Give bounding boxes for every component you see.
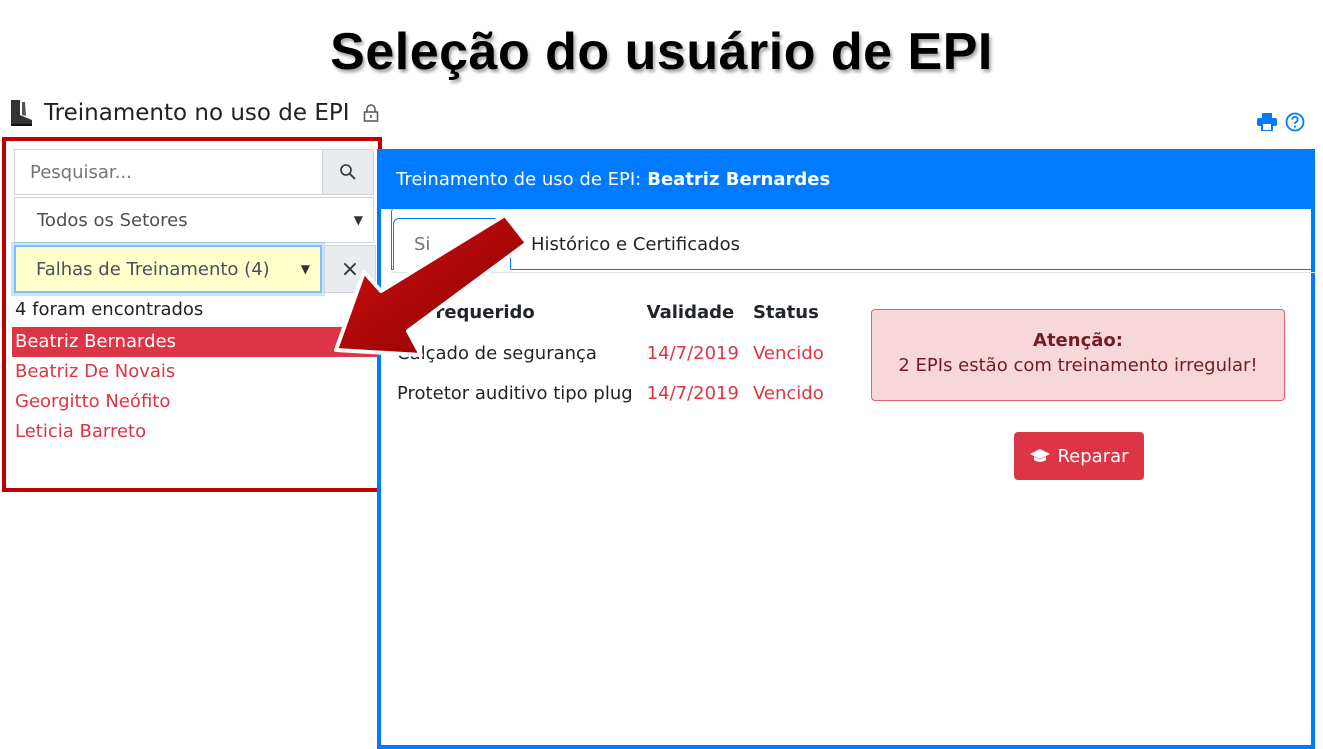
employee-item[interactable]: Beatriz De Novais (12, 357, 378, 387)
repair-button-label: Reparar (1057, 445, 1129, 467)
column-header: Status (752, 301, 819, 323)
epi-name: Protetor auditivo tipo plug (397, 382, 633, 404)
status-value: Vencido (752, 382, 824, 404)
table-row: Protetor auditivo tipo plug 14/7/2019 Ve… (397, 373, 838, 413)
column-header: Validade (646, 301, 735, 323)
sector-select[interactable]: Todos os Setores ▼ (14, 197, 374, 243)
tab-bar-frame (391, 208, 1315, 270)
boot-icon (11, 100, 32, 126)
caret-down-icon: ▼ (300, 262, 310, 276)
warning-alert: Atenção: 2 EPIs estão com treinamento ir… (871, 309, 1285, 401)
panel-header-prefix: Treinamento de uso de EPI: (396, 168, 642, 190)
validity-date: 14/7/2019 (646, 342, 739, 364)
help-icon[interactable] (1285, 112, 1305, 132)
search-icon (340, 164, 356, 180)
search-group (14, 149, 374, 195)
employee-list: Beatriz Bernardes Beatriz De Novais Geor… (12, 327, 378, 447)
status-filter-value: Falhas de Treinamento (4) (36, 258, 270, 280)
tab-bar: Si Histórico e Certificados (391, 208, 1315, 273)
employee-selection-panel: Todos os Setores ▼ Falhas de Treinamento… (2, 137, 382, 492)
employee-item[interactable]: Beatriz Bernardes (12, 327, 378, 357)
lock-icon[interactable] (362, 103, 380, 123)
status-filter-group: Falhas de Treinamento (4) ▼ × (14, 245, 376, 293)
tab-situation[interactable]: Si (393, 218, 511, 270)
caret-down-icon: ▼ (353, 213, 363, 227)
graduation-cap-icon (1030, 449, 1051, 462)
page-title: Treinamento no uso de EPI (44, 100, 350, 126)
slide-title: Seleção do usuário de EPI (330, 23, 993, 81)
status-filter-select[interactable]: Falhas de Treinamento (4) ▼ (14, 245, 322, 293)
employee-item[interactable]: Georgitto Neófito (12, 387, 378, 417)
search-button[interactable] (322, 149, 374, 195)
results-count: 4 foram encontrados (15, 299, 204, 320)
selected-employee-name: Beatriz Bernardes (647, 168, 831, 190)
alert-message: 2 EPIs estão com treinamento irregular! (898, 355, 1258, 376)
tab-history-certificates[interactable]: Histórico e Certificados (531, 218, 740, 270)
print-icon[interactable] (1257, 113, 1277, 131)
table-header-row: EPI requerido Validade Status (397, 299, 838, 333)
alert-title: Atenção: (1033, 330, 1123, 351)
employee-item[interactable]: Leticia Barreto (12, 417, 378, 447)
search-input[interactable] (14, 149, 322, 195)
page-header: Treinamento no uso de EPI (6, 96, 380, 130)
epi-table: EPI requerido Validade Status Calçado de… (397, 299, 838, 413)
repair-button[interactable]: Reparar (1014, 432, 1144, 480)
panel-header: Treinamento de uso de EPI: Beatriz Berna… (381, 149, 1315, 209)
sector-select-value: Todos os Setores (37, 209, 188, 231)
top-toolbar (1257, 112, 1305, 132)
training-detail-panel: Treinamento de uso de EPI: Beatriz Berna… (377, 149, 1315, 749)
epi-name: Calçado de segurança (397, 342, 597, 364)
table-row: Calçado de segurança 14/7/2019 Vencido (397, 333, 838, 373)
clear-filter-button[interactable]: × (324, 245, 376, 293)
validity-date: 14/7/2019 (646, 382, 739, 404)
status-value: Vencido (752, 342, 824, 364)
column-header: EPI requerido (397, 301, 535, 323)
